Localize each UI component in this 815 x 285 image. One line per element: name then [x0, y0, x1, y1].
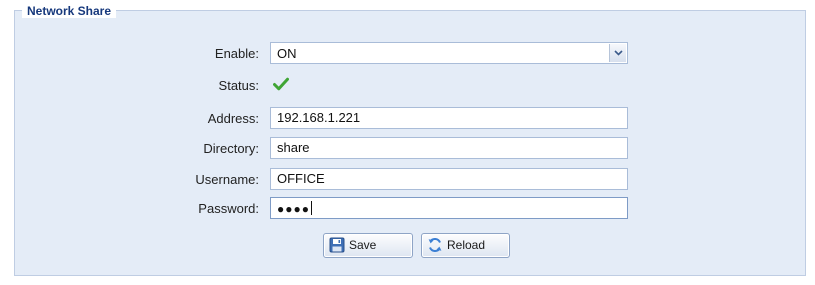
chevron-down-icon: [614, 50, 623, 56]
password-label: Password:: [198, 201, 259, 216]
address-row: Address: 192.168.1.221: [0, 107, 815, 131]
text-caret: [311, 201, 312, 215]
enable-row: Enable: ON: [0, 42, 815, 66]
directory-input[interactable]: share: [270, 137, 628, 159]
panel-title: Network Share: [22, 4, 117, 18]
address-label: Address:: [207, 111, 259, 126]
status-label: Status:: [218, 78, 259, 93]
save-button[interactable]: Save: [323, 233, 413, 258]
floppy-disk-icon: [329, 237, 345, 253]
password-input[interactable]: ●●●●: [270, 197, 628, 219]
username-input[interactable]: OFFICE: [270, 168, 628, 190]
save-button-label: Save: [349, 238, 377, 252]
panel-border-segment: [14, 10, 22, 11]
password-value: ●●●●: [277, 202, 310, 216]
username-label: Username:: [195, 172, 259, 187]
directory-row: Directory: share: [0, 137, 815, 161]
status-row: Status:: [0, 74, 815, 98]
enable-select[interactable]: ON: [270, 42, 628, 64]
enable-dropdown-button[interactable]: [609, 44, 626, 62]
refresh-icon: [428, 238, 442, 252]
save-button-content: Save: [329, 237, 376, 253]
password-row: Password: ●●●●: [0, 197, 815, 221]
address-input[interactable]: 192.168.1.221: [270, 107, 628, 129]
reload-button-label: Reload: [447, 238, 486, 252]
enable-label: Enable:: [214, 46, 259, 61]
reload-button[interactable]: Reload: [421, 233, 510, 258]
directory-label: Directory:: [203, 141, 259, 156]
reload-button-content: Reload: [427, 237, 485, 253]
enable-select-value: ON: [277, 46, 297, 61]
check-icon: [273, 77, 289, 91]
username-row: Username: OFFICE: [0, 168, 815, 192]
